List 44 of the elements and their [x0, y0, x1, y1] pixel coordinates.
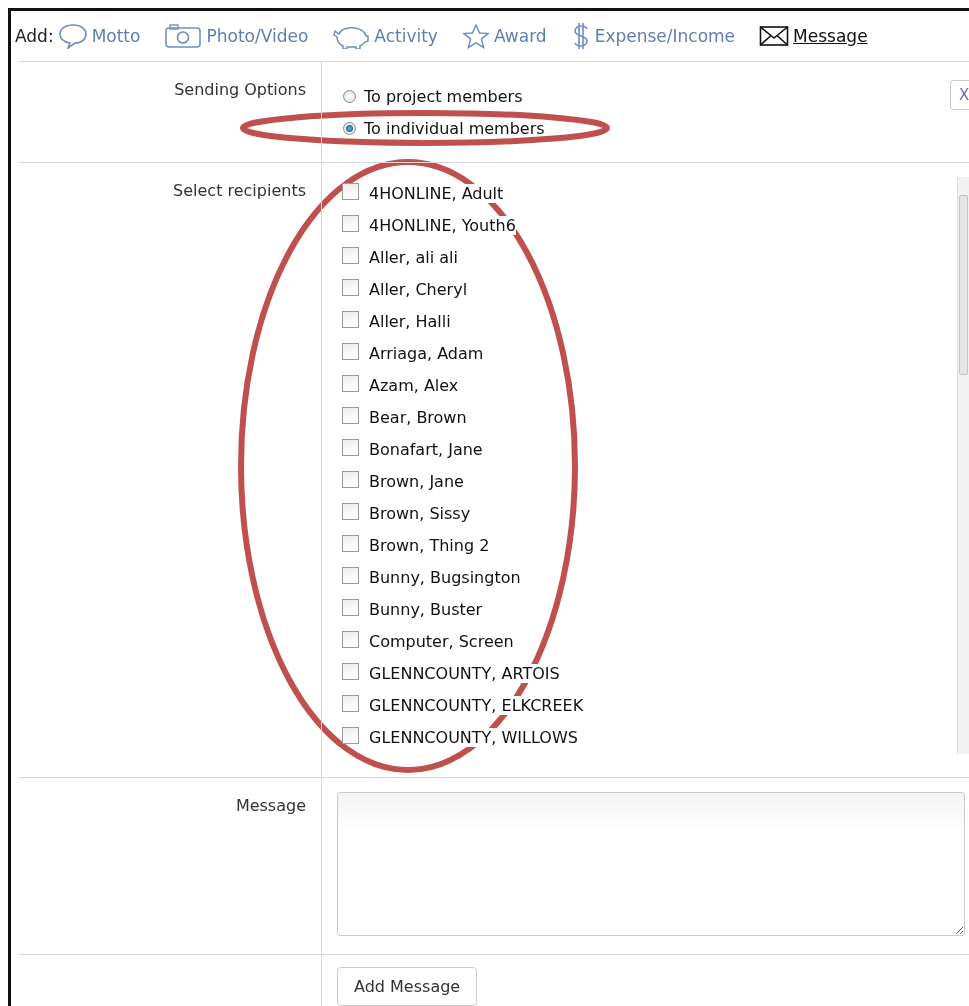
checkbox[interactable]	[342, 662, 359, 680]
scrollbar[interactable]	[957, 177, 969, 754]
radio-button[interactable]	[343, 89, 356, 103]
checkbox[interactable]	[342, 438, 359, 456]
speech-bubble-icon	[57, 23, 88, 49]
checkbox[interactable]	[342, 566, 359, 584]
checkbox[interactable]	[342, 182, 359, 200]
checkbox[interactable]	[342, 342, 359, 360]
star-icon	[461, 23, 490, 49]
checkbox[interactable]	[342, 406, 359, 424]
checkbox[interactable]	[342, 694, 359, 712]
add-link[interactable]: Motto	[57, 23, 141, 49]
checkbox[interactable]	[342, 598, 359, 616]
checkbox[interactable]	[342, 470, 359, 488]
add-link[interactable]: Expense/Income	[570, 22, 736, 50]
add-link[interactable]: Activity	[332, 23, 438, 49]
field-label: Sending Options	[174, 80, 306, 99]
checkbox[interactable]	[342, 310, 359, 328]
recipient-name: 4HONLINE, Adult	[369, 183, 504, 203]
checkbox[interactable]	[342, 630, 359, 648]
checkbox[interactable]	[342, 374, 359, 392]
add-message-button[interactable]: Add Message	[337, 967, 478, 1006]
recipient-name: GLENNCOUNTY, WILLOWS	[369, 727, 578, 747]
field-label: Message	[235, 796, 306, 815]
checkbox[interactable]	[342, 534, 359, 552]
checkbox[interactable]	[342, 278, 359, 296]
checkbox[interactable]	[342, 214, 359, 232]
recipient-name: GLENNCOUNTY, ELKCREEK	[369, 695, 584, 715]
close-button[interactable]: X	[950, 80, 969, 110]
checkbox[interactable]	[342, 246, 359, 264]
recipient-name: GLENNCOUNTY, ARTOIS	[369, 663, 560, 683]
radio-option[interactable]: To project members	[337, 80, 523, 112]
field-label: Select recipients	[173, 181, 306, 200]
add-link[interactable]: Award	[461, 23, 547, 49]
add-link[interactable]: Photo/Video	[164, 23, 309, 49]
radio-button[interactable]	[343, 121, 356, 135]
checkbox[interactable]	[342, 502, 359, 520]
add-label: Add:	[15, 26, 54, 46]
recipient-name: 4HONLINE, Youth6	[369, 215, 516, 235]
camera-icon	[164, 23, 203, 49]
envelope-icon	[759, 25, 790, 47]
message-field[interactable]	[337, 792, 965, 936]
add-link[interactable]: Message	[759, 25, 868, 47]
checkbox[interactable]	[342, 726, 359, 744]
